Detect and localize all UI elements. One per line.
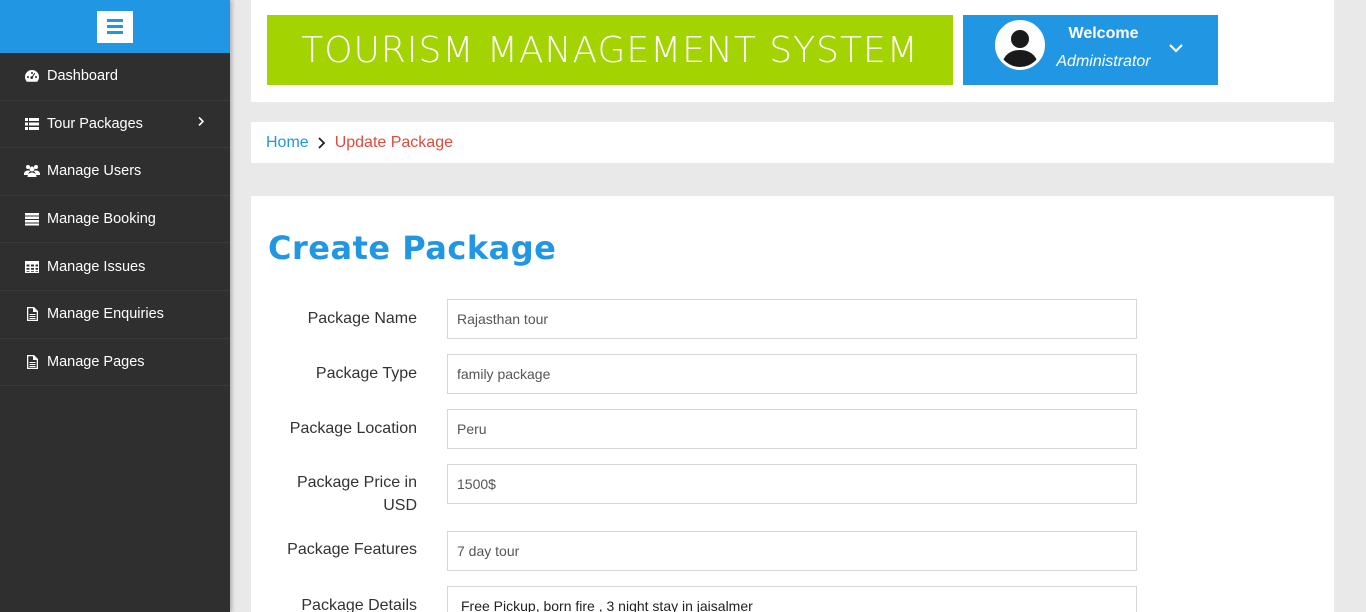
chevron-down-icon[interactable] <box>1167 39 1185 62</box>
page-title: Create Package <box>268 229 557 267</box>
app-title: TOURISM MANAGEMENT SYSTEM <box>267 15 953 85</box>
package-price-label: Package Price in USD <box>296 474 417 514</box>
avatar <box>995 20 1045 70</box>
sidebar-item-label: Dashboard <box>47 68 118 85</box>
sidebar-item-label: Tour Packages <box>47 115 143 132</box>
sidebar-item-label: Manage Pages <box>47 353 145 370</box>
chevron-right-icon <box>196 114 206 130</box>
list-icon <box>24 211 40 227</box>
package-type-input[interactable] <box>447 354 1137 394</box>
user-avatar-icon <box>998 23 1042 67</box>
header: TOURISM MANAGEMENT SYSTEM Welcome Admini… <box>251 0 1334 102</box>
hamburger-icon[interactable] <box>97 10 133 43</box>
sidebar-item-label: Manage Booking <box>47 211 156 228</box>
package-location-label: Package Location <box>289 420 417 437</box>
package-name-label: Package Name <box>307 310 417 327</box>
sidebar-item-label: Manage Issues <box>47 258 146 275</box>
users-icon <box>24 163 40 179</box>
breadcrumb-home-link[interactable]: Home <box>266 134 309 152</box>
dashboard-icon <box>24 68 40 84</box>
package-details-label: Package Details <box>301 597 417 612</box>
user-role: Administrator <box>1056 53 1151 70</box>
breadcrumb-current: Update Package <box>334 133 453 151</box>
breadcrumb: Home Update Package <box>251 122 1334 163</box>
sidebar-item-manage-users[interactable]: Manage Users <box>0 148 230 196</box>
package-features-input[interactable] <box>447 531 1137 571</box>
list-icon <box>24 116 40 132</box>
package-price-input[interactable] <box>447 464 1137 504</box>
package-type-label: Package Type <box>315 365 417 382</box>
sidebar-item-manage-booking[interactable]: Manage Booking <box>0 196 230 244</box>
package-name-input[interactable] <box>447 299 1137 339</box>
sidebar-item-tour-packages[interactable]: Tour Packages <box>0 101 230 149</box>
sidebar-nav: Dashboard Tour Packages Manage Users Man… <box>0 53 230 387</box>
document-icon <box>24 354 40 370</box>
package-details-input[interactable] <box>447 586 1137 612</box>
table-icon <box>24 259 40 275</box>
sidebar-item-label: Manage Users <box>47 163 142 180</box>
sidebar-item-manage-enquiries[interactable]: Manage Enquiries <box>0 291 230 339</box>
package-location-input[interactable] <box>447 409 1137 449</box>
sidebar-item-manage-issues[interactable]: Manage Issues <box>0 243 230 291</box>
sidebar: Dashboard Tour Packages Manage Users Man… <box>0 0 230 612</box>
welcome-text: Welcome <box>1068 25 1139 42</box>
sidebar-item-label: Manage Enquiries <box>47 306 164 323</box>
document-icon <box>24 306 40 322</box>
form-panel: Create Package Package Name Package Type… <box>251 196 1334 612</box>
chevron-right-icon <box>317 136 327 150</box>
sidebar-header <box>0 0 230 53</box>
sidebar-item-dashboard[interactable]: Dashboard <box>0 53 230 101</box>
sidebar-item-manage-pages[interactable]: Manage Pages <box>0 339 230 387</box>
user-menu[interactable]: Welcome Administrator <box>963 15 1218 85</box>
package-features-label: Package Features <box>287 541 417 558</box>
